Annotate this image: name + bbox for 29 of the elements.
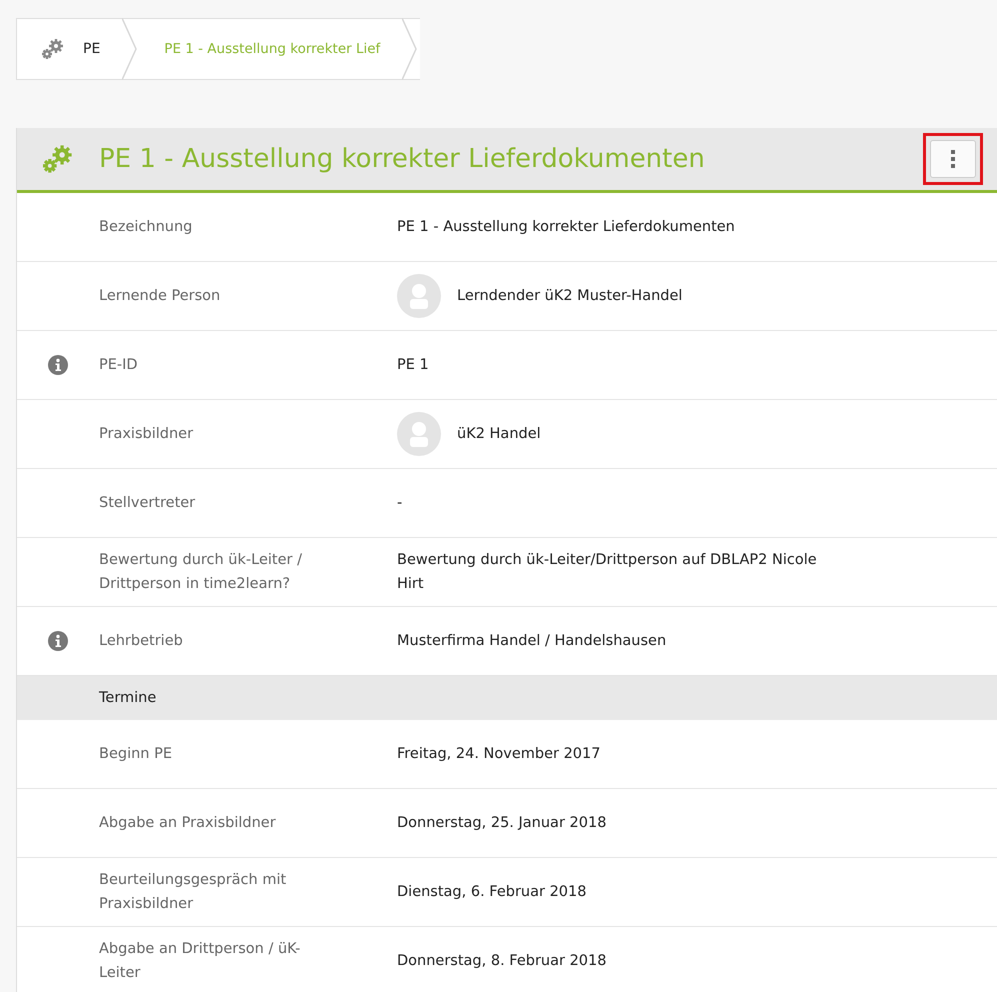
more-menu-button[interactable] [930, 140, 976, 178]
breadcrumb-item[interactable]: PE [16, 18, 140, 80]
field-value: Lerndender üK2 Muster-Handel [457, 287, 682, 306]
field-value: Donnerstag, 25. Januar 2018 [397, 814, 606, 833]
field-label: Abgabe an Drittperson / üK-Leiter [99, 940, 302, 983]
field-value: Dienstag, 6. Februar 2018 [397, 883, 586, 902]
field-value: Musterfirma Handel / Handelshausen [397, 632, 666, 651]
field-value: üK2 Handel [457, 425, 541, 444]
field-label: Stellvertreter [99, 494, 196, 513]
field-label: Lernende Person [99, 287, 222, 306]
field-label: Bewertung durch ük-Leiter / Drittperson in time2learn? [99, 551, 303, 594]
panel-title: PE 1 - Ausstellung korrekter Lieferdokumenten [99, 144, 706, 174]
field-label: Praxisbildner [99, 425, 194, 444]
field-label: Beginn PE [99, 745, 173, 764]
field-label: Beurteilungsgespräch mit Praxisbildner [99, 871, 288, 914]
vertical-dots-icon [951, 150, 955, 168]
field-value: - [397, 494, 402, 513]
section-title: Termine [99, 690, 156, 706]
field-label: Lehrbetrieb [99, 632, 184, 651]
field-label: Bezeichnung [99, 218, 194, 237]
avatar-icon [397, 274, 441, 318]
field-value: Donnerstag, 8. Februar 2018 [397, 952, 606, 971]
avatar-icon [397, 412, 441, 456]
field-label: Abgabe an Praxisbildner [99, 814, 277, 833]
field-value: Freitag, 24. November 2017 [397, 745, 600, 764]
field-value: PE 1 [397, 356, 429, 375]
field-value: PE 1 - Ausstellung korrekter Lieferdokumenten [397, 218, 735, 237]
field-value: Bewertung durch ük-Leiter/Drittperson auf DBLAP2 Nicole Hirt [397, 551, 817, 594]
field-label: PE-ID [99, 356, 139, 375]
